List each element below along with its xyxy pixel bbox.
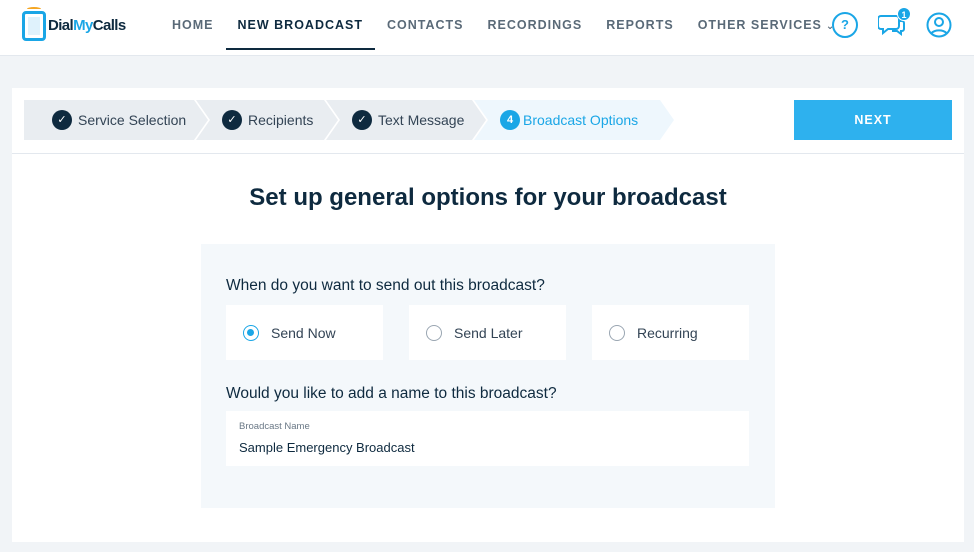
send-now-radio[interactable] [243,324,259,341]
dialmycalls-logo[interactable]: DialMyCalls [22,7,132,43]
send-later-option[interactable]: Send Later [409,305,566,360]
user-avatar-icon [926,12,952,38]
wizard-step-label: Recipients [248,112,314,128]
send-later-radio[interactable] [426,324,442,341]
check-icon: ✓ [52,110,72,130]
wizard-step-text-message[interactable]: ✓ Text Message [326,100,486,140]
logo-text: DialMyCalls [48,17,126,34]
help-icon[interactable]: ? [832,12,858,38]
recurring-label: Recurring [637,324,698,341]
wizard-step-label: Text Message [378,112,465,128]
notification-badge: 1 [897,7,911,21]
recurring-option[interactable]: Recurring [592,305,749,360]
check-icon: ✓ [352,110,372,130]
wizard-step-service-selection[interactable]: ✓ Service Selection [24,100,208,140]
wizard-step-recipients[interactable]: ✓ Recipients [196,100,338,140]
phone-logo-icon [22,11,46,41]
wizard-step-broadcast-options[interactable]: 4 Broadcast Options [474,100,674,140]
wizard-steps: ✓ Service Selection ✓ Recipients ✓ Text … [24,100,684,140]
send-time-question: When do you want to send out this broadc… [226,277,545,294]
send-now-label: Send Now [271,324,336,341]
wizard-step-label: Service Selection [78,112,187,128]
nav-item-other-services-label: OTHER SERVICES [697,18,822,32]
nav-item-reports[interactable]: REPORTS [594,0,685,50]
broadcast-name-question: Would you like to add a name to this bro… [226,385,557,402]
nav-item-other-services[interactable]: OTHER SERVICES ⌄ [686,0,848,50]
check-icon: ✓ [222,110,242,130]
send-later-label: Send Later [454,324,523,341]
top-navbar: DialMyCalls HOME NEW BROADCAST CONTACTS … [0,0,974,56]
step-number-badge: 4 [500,110,520,130]
nav-item-recordings[interactable]: RECORDINGS [476,0,595,50]
nav-item-home[interactable]: HOME [160,0,226,50]
next-button[interactable]: NEXT [794,100,952,140]
broadcast-name-field[interactable]: Broadcast Name [226,411,749,466]
broadcast-name-label: Broadcast Name [239,421,310,432]
page-title: Set up general options for your broadcas… [249,184,727,211]
main-nav: HOME NEW BROADCAST CONTACTS RECORDINGS R… [160,0,847,56]
send-now-option[interactable]: Send Now [226,305,383,360]
wizard-step-label: Broadcast Options [523,112,639,128]
nav-item-contacts[interactable]: CONTACTS [375,0,476,50]
broadcast-name-input[interactable] [239,437,729,457]
broadcast-options-panel: When do you want to send out this broadc… [201,244,775,508]
header-divider [12,153,964,154]
broadcast-wizard-card: ✓ Service Selection ✓ Recipients ✓ Text … [12,88,964,542]
nav-item-new-broadcast[interactable]: NEW BROADCAST [225,0,375,50]
recurring-radio[interactable] [609,324,625,341]
user-icon[interactable] [926,12,952,38]
